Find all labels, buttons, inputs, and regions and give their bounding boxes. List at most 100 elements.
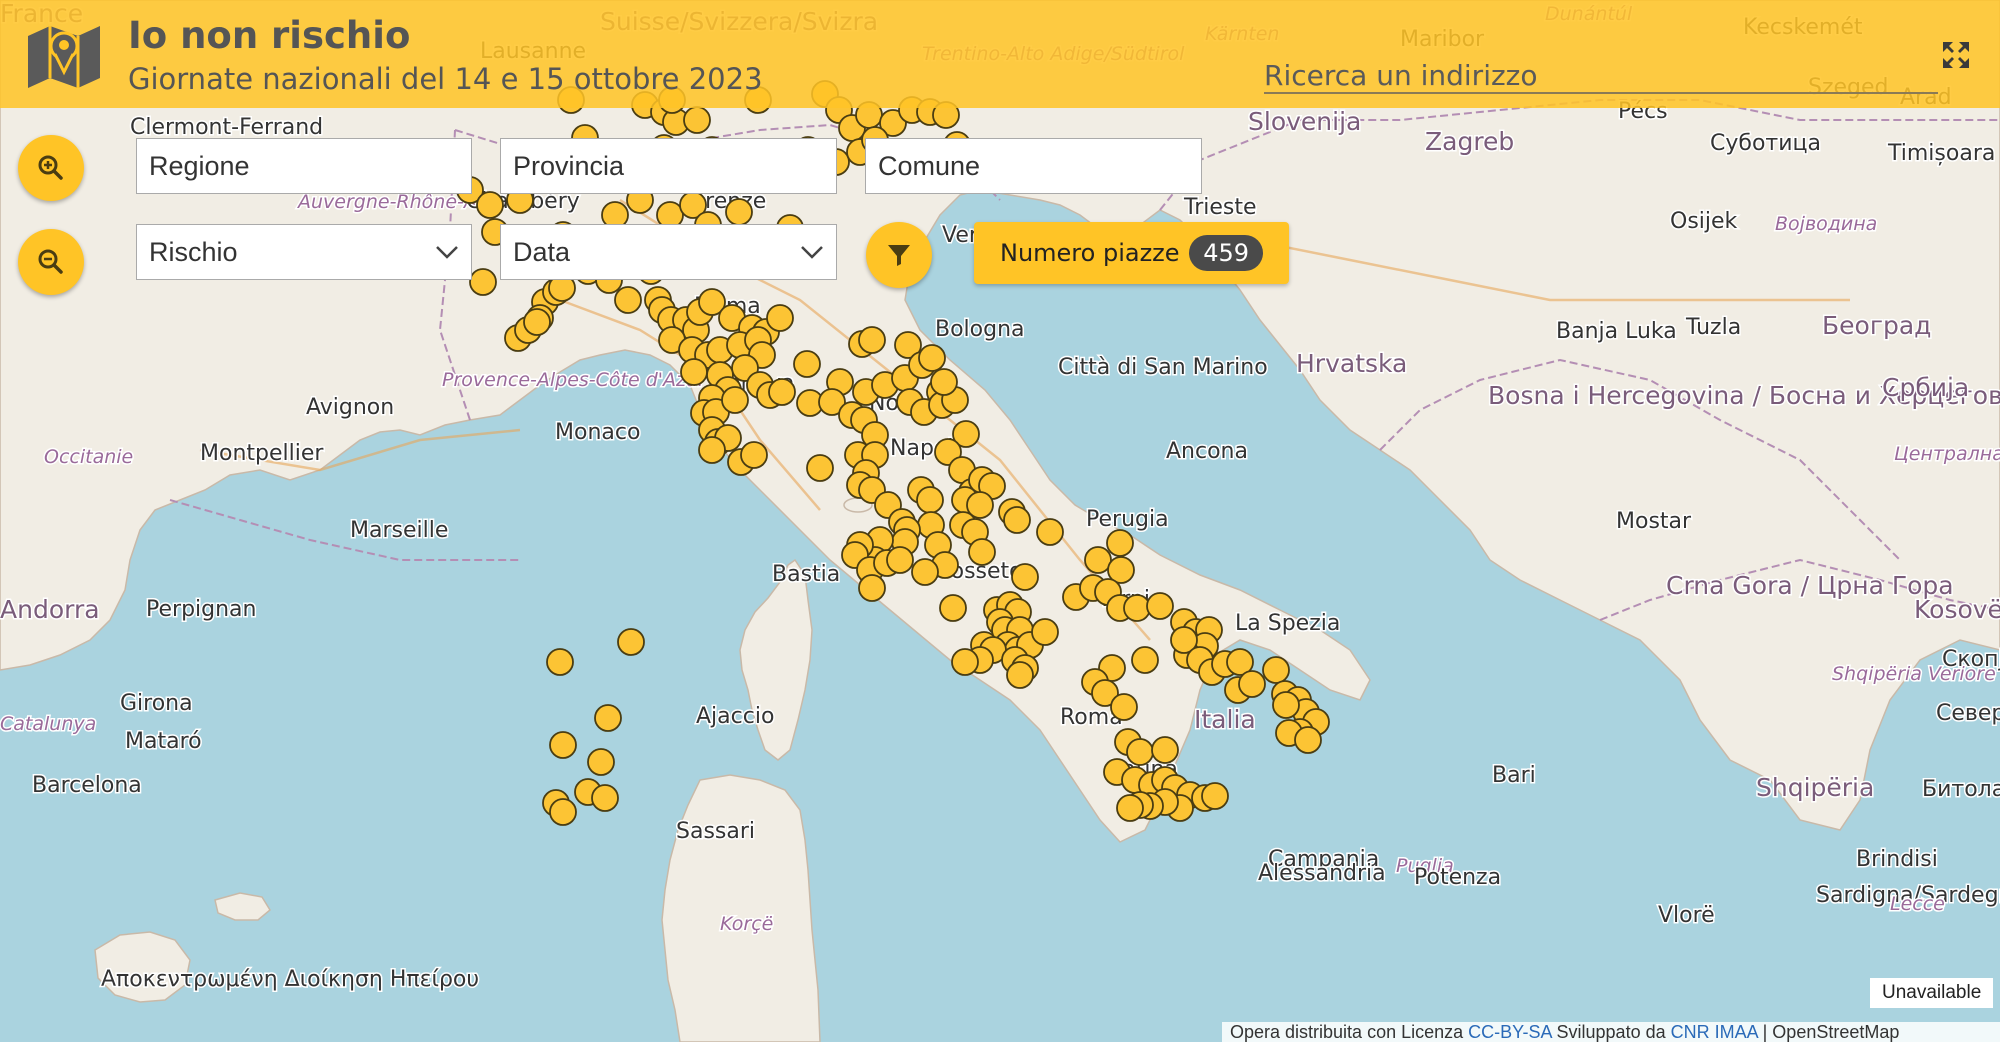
event-marker[interactable] — [939, 594, 967, 622]
event-marker[interactable] — [1123, 594, 1151, 622]
event-marker[interactable] — [683, 106, 711, 134]
zoom-in-button[interactable] — [18, 135, 84, 201]
place-label: Timișoara — [1887, 141, 1995, 166]
place-label: Provence-Alpes-Côte d'Azur — [442, 369, 707, 391]
event-marker[interactable] — [1262, 656, 1290, 684]
event-marker[interactable] — [591, 784, 619, 812]
filter-icon — [888, 245, 910, 266]
chevron-down-icon — [801, 246, 823, 259]
place-label: Битола — [1922, 777, 2000, 802]
rischio-select[interactable]: Rischio — [136, 224, 472, 280]
place-label: Bastia — [772, 562, 840, 587]
place-label: Mataró — [125, 729, 202, 754]
place-label: Clermont-Ferrand — [130, 115, 323, 140]
counter-label: Numero piazze — [1000, 239, 1180, 267]
event-marker[interactable] — [766, 304, 794, 332]
event-marker[interactable] — [587, 748, 615, 776]
event-marker[interactable] — [1146, 592, 1174, 620]
event-marker[interactable] — [617, 628, 645, 656]
developer-link[interactable]: CNR IMAA — [1671, 1022, 1758, 1042]
event-marker[interactable] — [1110, 693, 1138, 721]
place-label: Sassari — [676, 819, 755, 844]
event-marker[interactable] — [968, 538, 996, 566]
event-marker[interactable] — [1116, 794, 1144, 822]
event-marker[interactable] — [680, 358, 708, 386]
place-label: Osijek — [1670, 209, 1738, 234]
event-marker[interactable] — [1131, 646, 1159, 674]
event-marker[interactable] — [858, 574, 886, 602]
map-app: FranceSuisse/Svizzera/SvizraLausanneTren… — [0, 0, 2000, 1042]
event-marker[interactable] — [1294, 726, 1322, 754]
event-marker[interactable] — [721, 386, 749, 414]
place-label: Korçë — [720, 913, 773, 935]
event-marker[interactable] — [1126, 738, 1154, 766]
event-marker[interactable] — [698, 436, 726, 464]
event-marker[interactable] — [1106, 529, 1134, 557]
comune-input[interactable]: Comune — [865, 138, 1202, 194]
event-marker[interactable] — [806, 454, 834, 482]
place-label: Војводина — [1775, 213, 1877, 235]
place-label: Vlorë — [1658, 903, 1715, 928]
place-label: Kosovë — [1914, 595, 2000, 624]
event-marker[interactable] — [1011, 563, 1039, 591]
event-marker[interactable] — [740, 441, 768, 469]
event-marker[interactable] — [725, 198, 753, 226]
event-marker[interactable] — [1201, 782, 1229, 810]
expand-icon[interactable] — [1941, 40, 1971, 70]
place-label: Zagreb — [1425, 127, 1514, 156]
zoom-out-icon — [38, 249, 63, 274]
sardinia-island — [661, 774, 821, 1042]
filter-button[interactable] — [866, 222, 932, 288]
event-marker[interactable] — [951, 648, 979, 676]
place-label: Скопје — [1942, 647, 2000, 672]
event-marker[interactable] — [768, 378, 796, 406]
zoom-out-button[interactable] — [18, 229, 84, 295]
place-label: Girona — [120, 691, 193, 716]
event-marker[interactable] — [916, 486, 944, 514]
event-marker[interactable] — [523, 308, 551, 336]
event-marker[interactable] — [1272, 691, 1300, 719]
event-marker[interactable] — [1003, 506, 1031, 534]
event-marker[interactable] — [918, 344, 946, 372]
provincia-input[interactable]: Provincia — [500, 138, 837, 194]
rischio-select-label: Rischio — [149, 236, 238, 267]
place-label: Banja Luka — [1556, 319, 1677, 344]
place-label: Andorra — [0, 595, 100, 624]
event-marker[interactable] — [549, 731, 577, 759]
attribution-suffix: | OpenStreetMap — [1757, 1022, 1900, 1042]
menorca-island — [214, 892, 271, 921]
event-marker[interactable] — [911, 558, 939, 586]
event-marker[interactable] — [1006, 661, 1034, 689]
address-search-input[interactable] — [1264, 58, 1938, 94]
place-label: Potenza — [1414, 865, 1501, 890]
event-marker[interactable] — [1238, 670, 1266, 698]
event-marker[interactable] — [476, 191, 504, 219]
place-label: Bari — [1492, 763, 1536, 788]
regione-input[interactable]: Regione — [136, 138, 472, 194]
place-label: Ancona — [1166, 439, 1248, 464]
event-marker[interactable] — [614, 286, 642, 314]
license-link[interactable]: CC-BY-SA — [1468, 1022, 1551, 1042]
event-marker[interactable] — [594, 704, 622, 732]
event-marker[interactable] — [1084, 546, 1112, 574]
place-label: Città di San Marino — [1058, 355, 1268, 380]
event-marker[interactable] — [546, 648, 574, 676]
place-label: La Spezia — [1235, 611, 1340, 636]
event-marker[interactable] — [549, 798, 577, 826]
event-marker[interactable] — [1031, 618, 1059, 646]
place-label: Avignon — [306, 395, 394, 420]
place-label: Perpignan — [146, 597, 256, 622]
event-counter: Numero piazze 459 — [974, 222, 1289, 284]
data-select[interactable]: Data — [500, 224, 837, 280]
place-label: Hrvatska — [1296, 349, 1407, 378]
zoom-in-icon — [38, 155, 63, 180]
event-marker[interactable] — [858, 326, 886, 354]
event-marker[interactable] — [1151, 736, 1179, 764]
event-marker[interactable] — [793, 350, 821, 378]
place-label: Montpellier — [200, 441, 324, 466]
event-marker[interactable] — [469, 268, 497, 296]
event-marker[interactable] — [886, 546, 914, 574]
place-label: Crna Gora / Црна Гора — [1666, 571, 1954, 600]
event-marker[interactable] — [930, 368, 958, 396]
event-marker[interactable] — [1036, 518, 1064, 546]
